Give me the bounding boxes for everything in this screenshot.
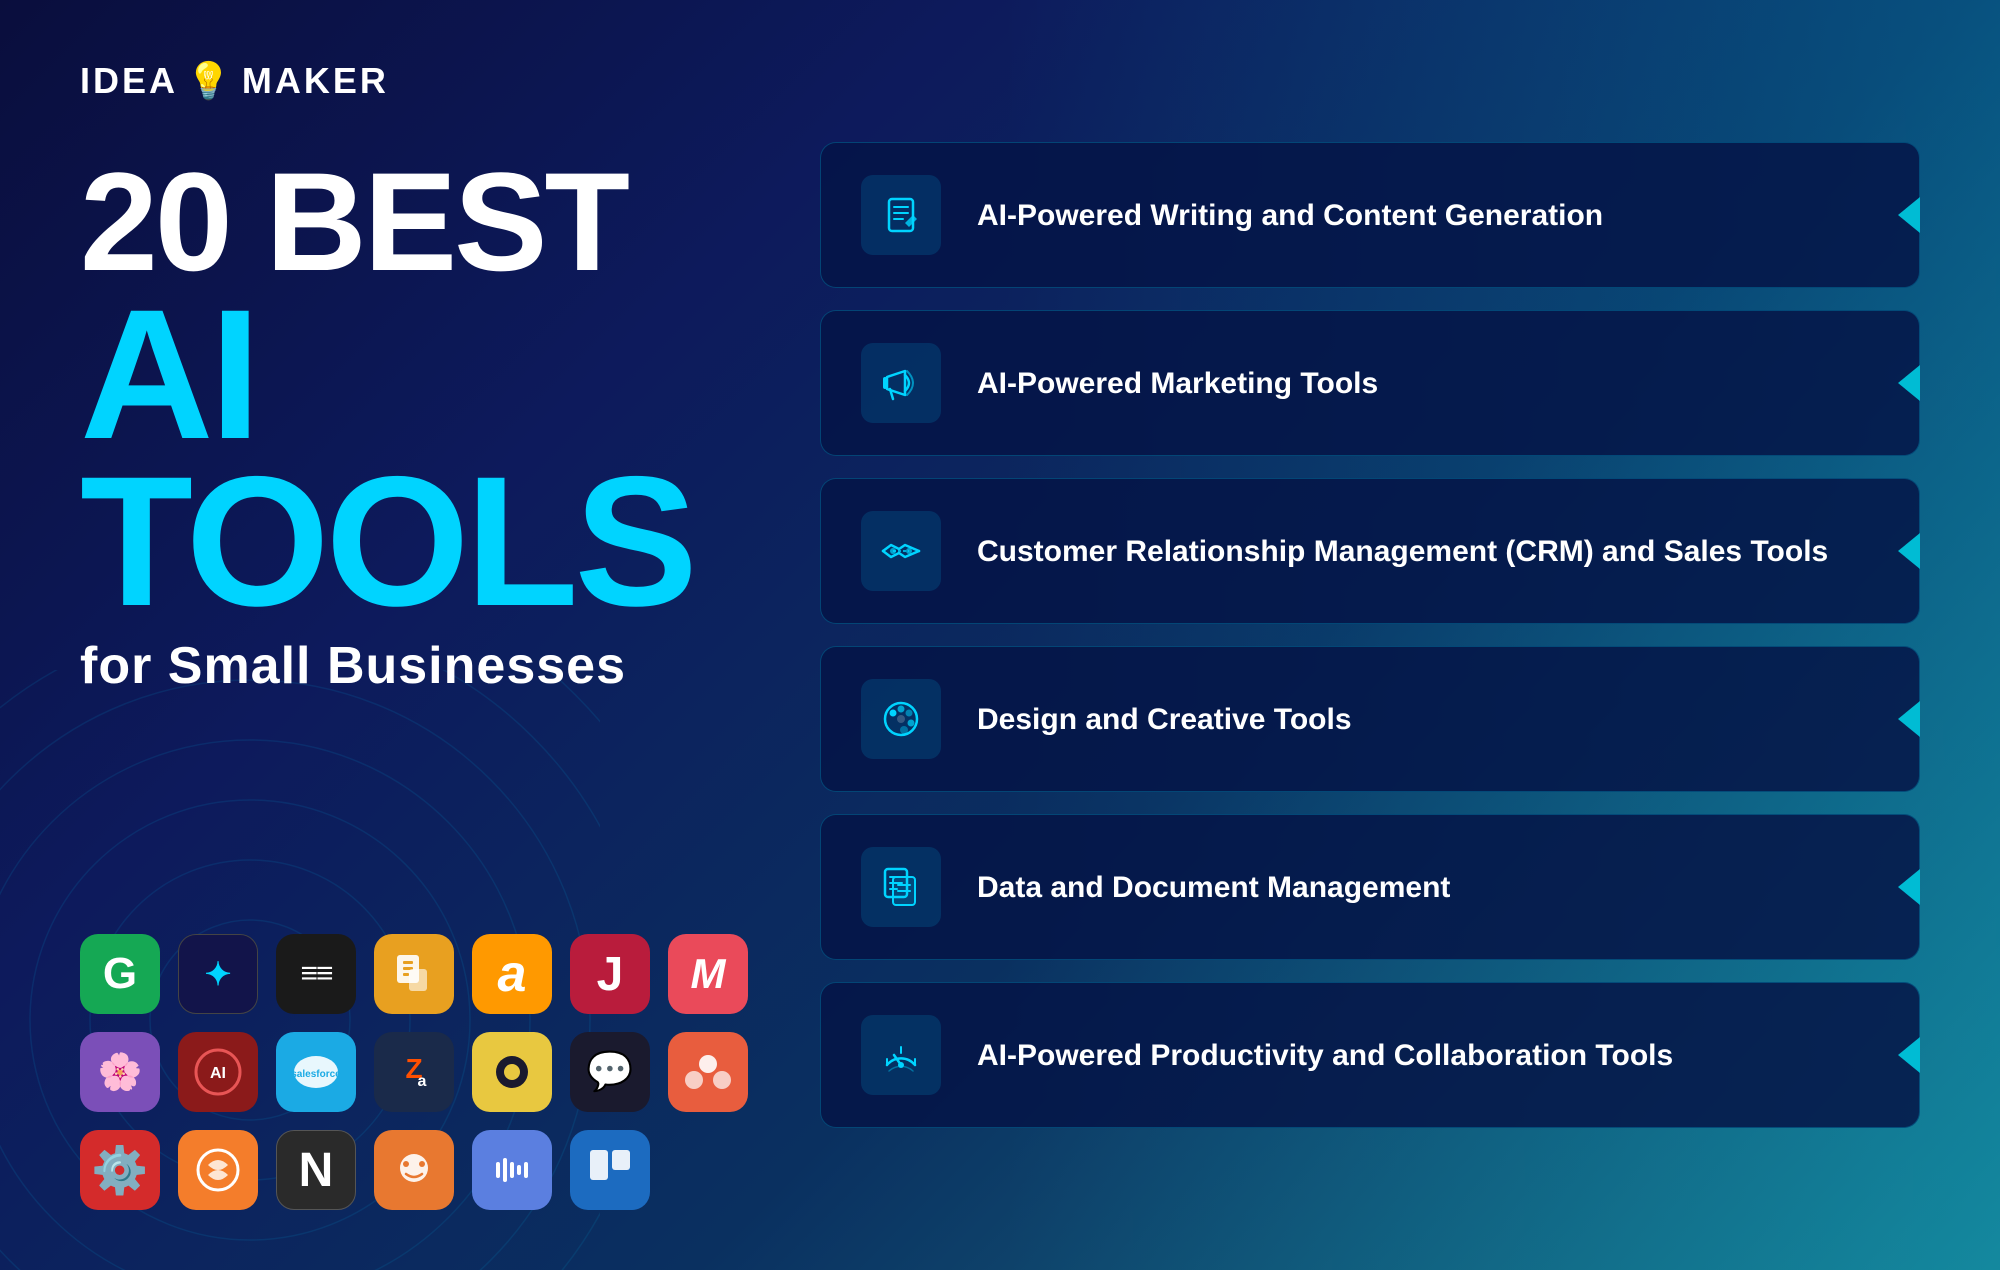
speedometer-icon [879, 1033, 923, 1077]
svg-text:salesforce: salesforce [291, 1069, 341, 1080]
category-design: Design and Creative Tools [820, 646, 1920, 792]
app-beehiiv [472, 1032, 552, 1112]
handshake-icon [879, 529, 923, 573]
app-tactic: ≡≡ [276, 934, 356, 1014]
logo-bulb-icon: 💡 [186, 60, 234, 102]
crm-label: Customer Relationship Management (CRM) a… [977, 532, 1828, 571]
category-marketing: AI-Powered Marketing Tools [820, 310, 1920, 456]
app-icon-grid: G ✦ ≡≡ a J M 🌸 [80, 934, 760, 1210]
app-miro: M [668, 934, 748, 1014]
heading-sub: for Small Businesses [80, 640, 760, 692]
app-notion3: 💬 [570, 1032, 650, 1112]
app-salesforce: salesforce [276, 1032, 356, 1112]
heading-ai: AI TOOLS [80, 292, 760, 625]
data-label: Data and Document Management [977, 868, 1450, 907]
page-content: IDEA 💡 MAKER 20 BEST AI TOOLS for Small … [0, 0, 2000, 1270]
data-icon-wrap [861, 847, 941, 927]
palette-icon [879, 697, 923, 741]
app-trello [570, 1130, 650, 1210]
productivity-icon-wrap [861, 1015, 941, 1095]
design-label: Design and Creative Tools [977, 700, 1352, 739]
design-icon-wrap [861, 679, 941, 759]
logo-part1: IDEA [80, 60, 178, 102]
document-icon [879, 865, 923, 909]
app-zapier: Z a [374, 1032, 454, 1112]
app-grammarly: G [80, 934, 160, 1014]
category-crm: Customer Relationship Management (CRM) a… [820, 478, 1920, 624]
right-panel: AI-Powered Writing and Content Generatio… [760, 60, 1920, 1210]
svg-text:a: a [418, 1073, 427, 1090]
main-heading: 20 BEST AI TOOLS for Small Businesses [80, 152, 760, 894]
logo-part2: MAKER [242, 60, 389, 102]
app-asana [668, 1032, 748, 1112]
marketing-icon-wrap [861, 343, 941, 423]
app-joomla [178, 1130, 258, 1210]
pencil-icon [879, 193, 923, 237]
svg-text:AI: AI [210, 1065, 226, 1082]
writing-icon-wrap [861, 175, 941, 255]
megaphone-icon [879, 361, 923, 405]
app-red-cog: ⚙️ [80, 1130, 160, 1210]
category-data: Data and Document Management [820, 814, 1920, 960]
app-jasper: J [570, 934, 650, 1014]
app-amazon: a [472, 934, 552, 1014]
logo: IDEA 💡 MAKER [80, 60, 760, 102]
app-sparkle: ✦ [178, 934, 258, 1014]
app-claude [472, 1130, 552, 1210]
left-panel: IDEA 💡 MAKER 20 BEST AI TOOLS for Small … [80, 60, 760, 1210]
productivity-label: AI-Powered Productivity and Collaboratio… [977, 1036, 1673, 1075]
app-tome [374, 934, 454, 1014]
heading-number: 20 BEST [80, 152, 760, 292]
crm-icon-wrap [861, 511, 941, 591]
app-wati [374, 1130, 454, 1210]
app-ai-circle: AI [178, 1032, 258, 1112]
app-notion2: 🌸 [80, 1032, 160, 1112]
category-productivity: AI-Powered Productivity and Collaboratio… [820, 982, 1920, 1128]
writing-label: AI-Powered Writing and Content Generatio… [977, 196, 1603, 235]
app-notion4: N [276, 1130, 356, 1210]
marketing-label: AI-Powered Marketing Tools [977, 364, 1378, 403]
logo-text: IDEA 💡 MAKER [80, 60, 389, 102]
category-writing: AI-Powered Writing and Content Generatio… [820, 142, 1920, 288]
